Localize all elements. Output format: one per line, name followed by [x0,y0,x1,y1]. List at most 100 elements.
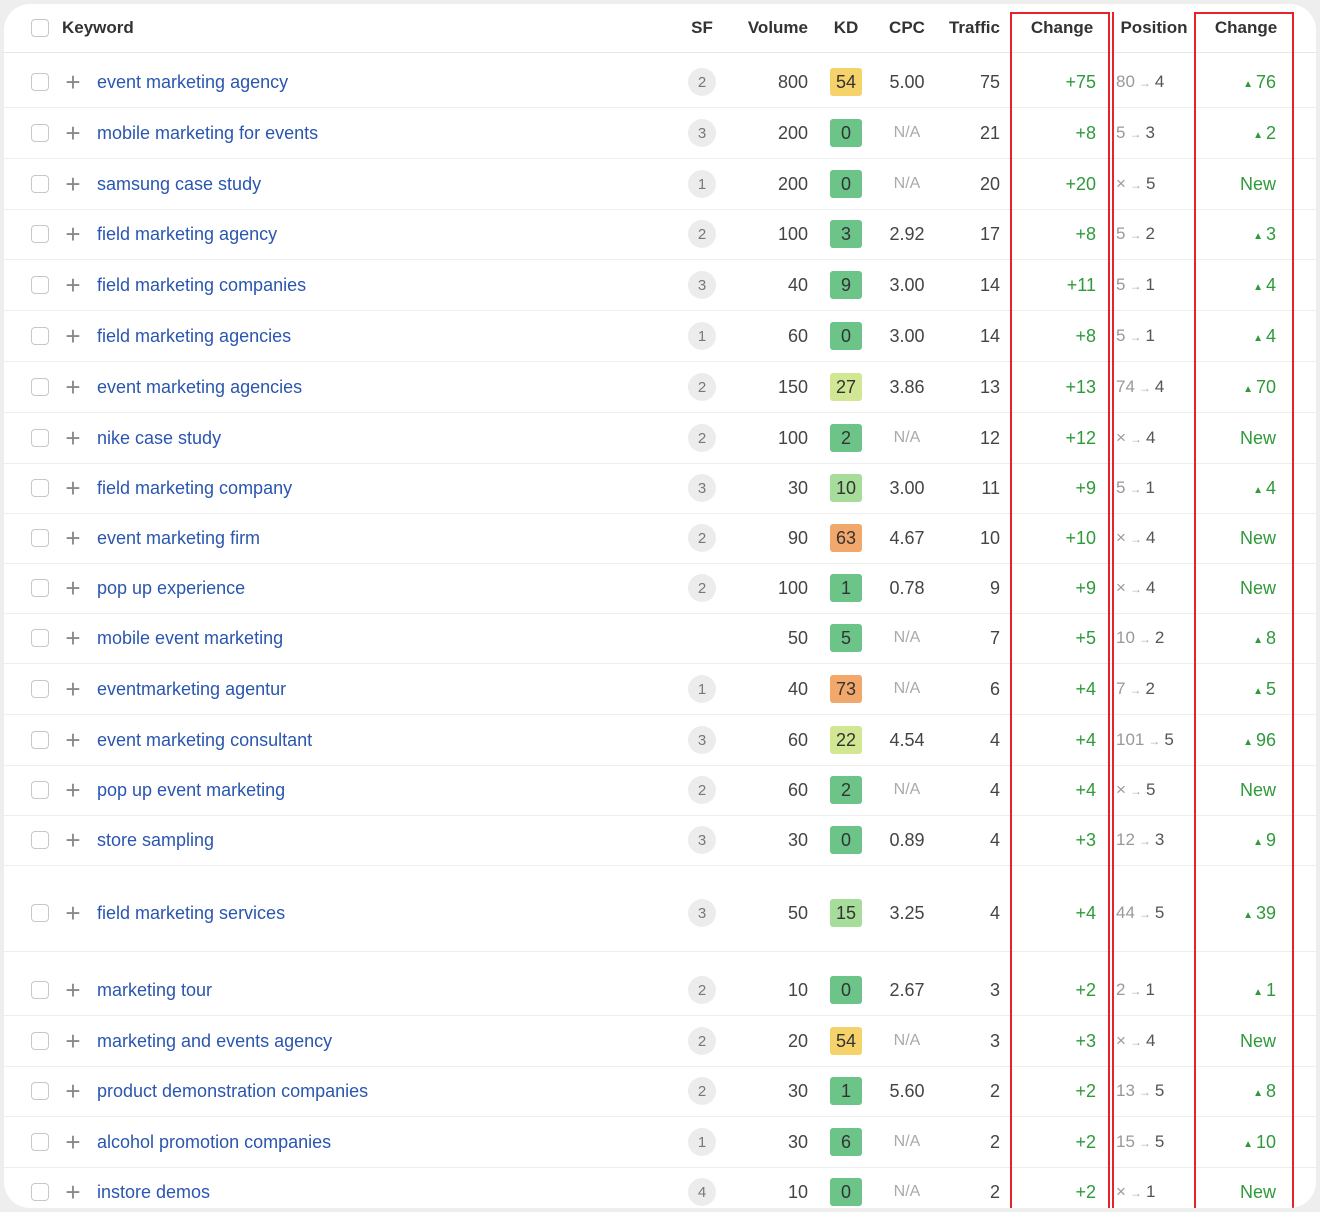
sf-badge[interactable]: 2 [688,220,716,248]
add-keyword-button[interactable]: + [62,57,84,107]
header-cpc[interactable]: CPC [874,4,940,52]
row-checkbox-cell[interactable] [28,159,52,209]
checkbox-icon[interactable] [31,429,49,447]
checkbox-icon[interactable] [31,981,49,999]
checkbox-icon[interactable] [31,225,49,243]
row-checkbox-cell[interactable] [28,715,52,765]
checkbox-icon[interactable] [31,73,49,91]
keyword-link[interactable]: field marketing agencies [97,326,291,347]
sf-badge[interactable]: 2 [688,976,716,1004]
table-row[interactable]: + marketing tour 2 10 0 2.67 3 +2 2 → 1 ▲ 1 [4,965,1316,1016]
table-row[interactable]: + field marketing agency 2 100 3 2.92 17 +8 5 → 2 ▲… [4,209,1316,260]
sf-badge[interactable]: 2 [688,373,716,401]
row-checkbox-cell[interactable] [28,362,52,412]
sf-badge[interactable]: 2 [688,1077,716,1105]
add-keyword-button[interactable]: + [62,463,84,513]
table-row[interactable]: + alcohol promotion companies 1 30 6 N/A 2 +2 15… [4,1117,1316,1168]
add-keyword-button[interactable]: + [62,159,84,209]
sf-badge[interactable]: 1 [688,675,716,703]
sf-badge[interactable]: 2 [688,424,716,452]
checkbox-icon[interactable] [31,327,49,345]
checkbox-icon[interactable] [31,529,49,547]
checkbox-icon[interactable] [31,1133,49,1151]
add-keyword-button[interactable]: + [62,413,84,463]
add-keyword-button[interactable]: + [62,1117,84,1167]
row-checkbox-cell[interactable] [28,413,52,463]
checkbox-icon[interactable] [31,579,49,597]
checkbox-icon[interactable] [31,831,49,849]
keyword-link[interactable]: marketing and events agency [97,1031,332,1052]
add-keyword-button[interactable]: + [62,1066,84,1116]
table-row[interactable]: + pop up event marketing 2 60 2 N/A 4 +4 × → 5 New [4,765,1316,816]
row-checkbox-cell[interactable] [28,765,52,815]
add-keyword-button[interactable]: + [62,513,84,563]
row-checkbox-cell[interactable] [28,108,52,158]
row-checkbox-cell[interactable] [28,311,52,361]
table-row[interactable]: + field marketing services 3 50 15 3.25 4 +4 44 →… [4,875,1316,952]
checkbox-icon[interactable] [31,124,49,142]
add-keyword-button[interactable]: + [62,664,84,714]
table-row[interactable]: + mobile event marketing 50 5 N/A 7 +5 10 → 2 ▲ 8 [4,613,1316,664]
sf-badge[interactable]: 2 [688,1027,716,1055]
keyword-link[interactable]: marketing tour [97,980,212,1001]
row-checkbox-cell[interactable] [28,1066,52,1116]
row-checkbox-cell[interactable] [28,664,52,714]
keyword-link[interactable]: eventmarketing agentur [97,679,286,700]
row-checkbox-cell[interactable] [28,463,52,513]
sf-badge[interactable]: 3 [688,271,716,299]
row-checkbox-cell[interactable] [28,563,52,613]
checkbox-icon[interactable] [31,904,49,922]
keyword-link[interactable]: field marketing agency [97,224,277,245]
keyword-link[interactable]: samsung case study [97,174,261,195]
checkbox-icon[interactable] [31,378,49,396]
row-checkbox-cell[interactable] [28,1117,52,1167]
add-keyword-button[interactable]: + [62,765,84,815]
keyword-link[interactable]: mobile marketing for events [97,123,318,144]
sf-badge[interactable]: 1 [688,322,716,350]
keyword-link[interactable]: pop up event marketing [97,780,285,801]
keyword-link[interactable]: store sampling [97,830,214,851]
table-row[interactable]: + field marketing agencies 1 60 0 3.00 14 +8 5 → 1… [4,311,1316,362]
keyword-link[interactable]: event marketing agency [97,72,288,93]
header-position[interactable]: Position [1112,4,1196,52]
add-keyword-button[interactable]: + [62,311,84,361]
add-keyword-button[interactable]: + [62,1016,84,1066]
table-row[interactable]: + product demonstration companies 2 30 1 5.60… [4,1066,1316,1117]
row-checkbox-cell[interactable] [28,875,52,951]
sf-badge[interactable]: 3 [688,474,716,502]
sf-badge[interactable]: 1 [688,170,716,198]
table-row[interactable]: + marketing and events agency 2 20 54 N/A 3 +3 ×… [4,1016,1316,1067]
add-keyword-button[interactable]: + [62,108,84,158]
sf-badge[interactable]: 2 [688,776,716,804]
keyword-link[interactable]: event marketing agencies [97,377,302,398]
table-row[interactable]: + eventmarketing agentur 1 40 73 N/A 6 +4 7 → 2 ▲ 5 [4,664,1316,715]
keyword-link[interactable]: instore demos [97,1182,210,1203]
header-position-change[interactable]: Change [1198,4,1294,52]
keyword-link[interactable]: event marketing consultant [97,730,312,751]
add-keyword-button[interactable]: + [62,1167,84,1208]
sf-badge[interactable]: 3 [688,826,716,854]
keyword-link[interactable]: alcohol promotion companies [97,1132,331,1153]
checkbox-icon[interactable] [31,731,49,749]
checkbox-icon[interactable] [31,276,49,294]
sf-badge[interactable]: 3 [688,726,716,754]
table-row[interactable]: + event marketing agency 2 800 54 5.00 75 +75 80… [4,57,1316,108]
header-keyword[interactable]: Keyword [62,4,262,52]
table-row[interactable]: + pop up experience 2 100 1 0.78 9 +9 × → 4 New [4,563,1316,614]
checkbox-icon[interactable] [31,175,49,193]
keyword-link[interactable]: field marketing services [97,903,285,924]
row-checkbox-cell[interactable] [28,613,52,663]
keyword-link[interactable]: field marketing companies [97,275,306,296]
table-row[interactable]: + event marketing consultant 3 60 22 4.54 4 +4 1… [4,715,1316,766]
add-keyword-button[interactable]: + [62,815,84,865]
keyword-link[interactable]: product demonstration companies [97,1081,368,1102]
sf-badge[interactable]: 3 [688,119,716,147]
keyword-link[interactable]: field marketing company [97,478,292,499]
checkbox-icon[interactable] [31,629,49,647]
checkbox-icon[interactable] [31,479,49,497]
header-traffic[interactable]: Traffic [942,4,1000,52]
row-checkbox-cell[interactable] [28,815,52,865]
add-keyword-button[interactable]: + [62,965,84,1015]
row-checkbox-cell[interactable] [28,513,52,563]
header-sf[interactable]: SF [684,4,720,52]
